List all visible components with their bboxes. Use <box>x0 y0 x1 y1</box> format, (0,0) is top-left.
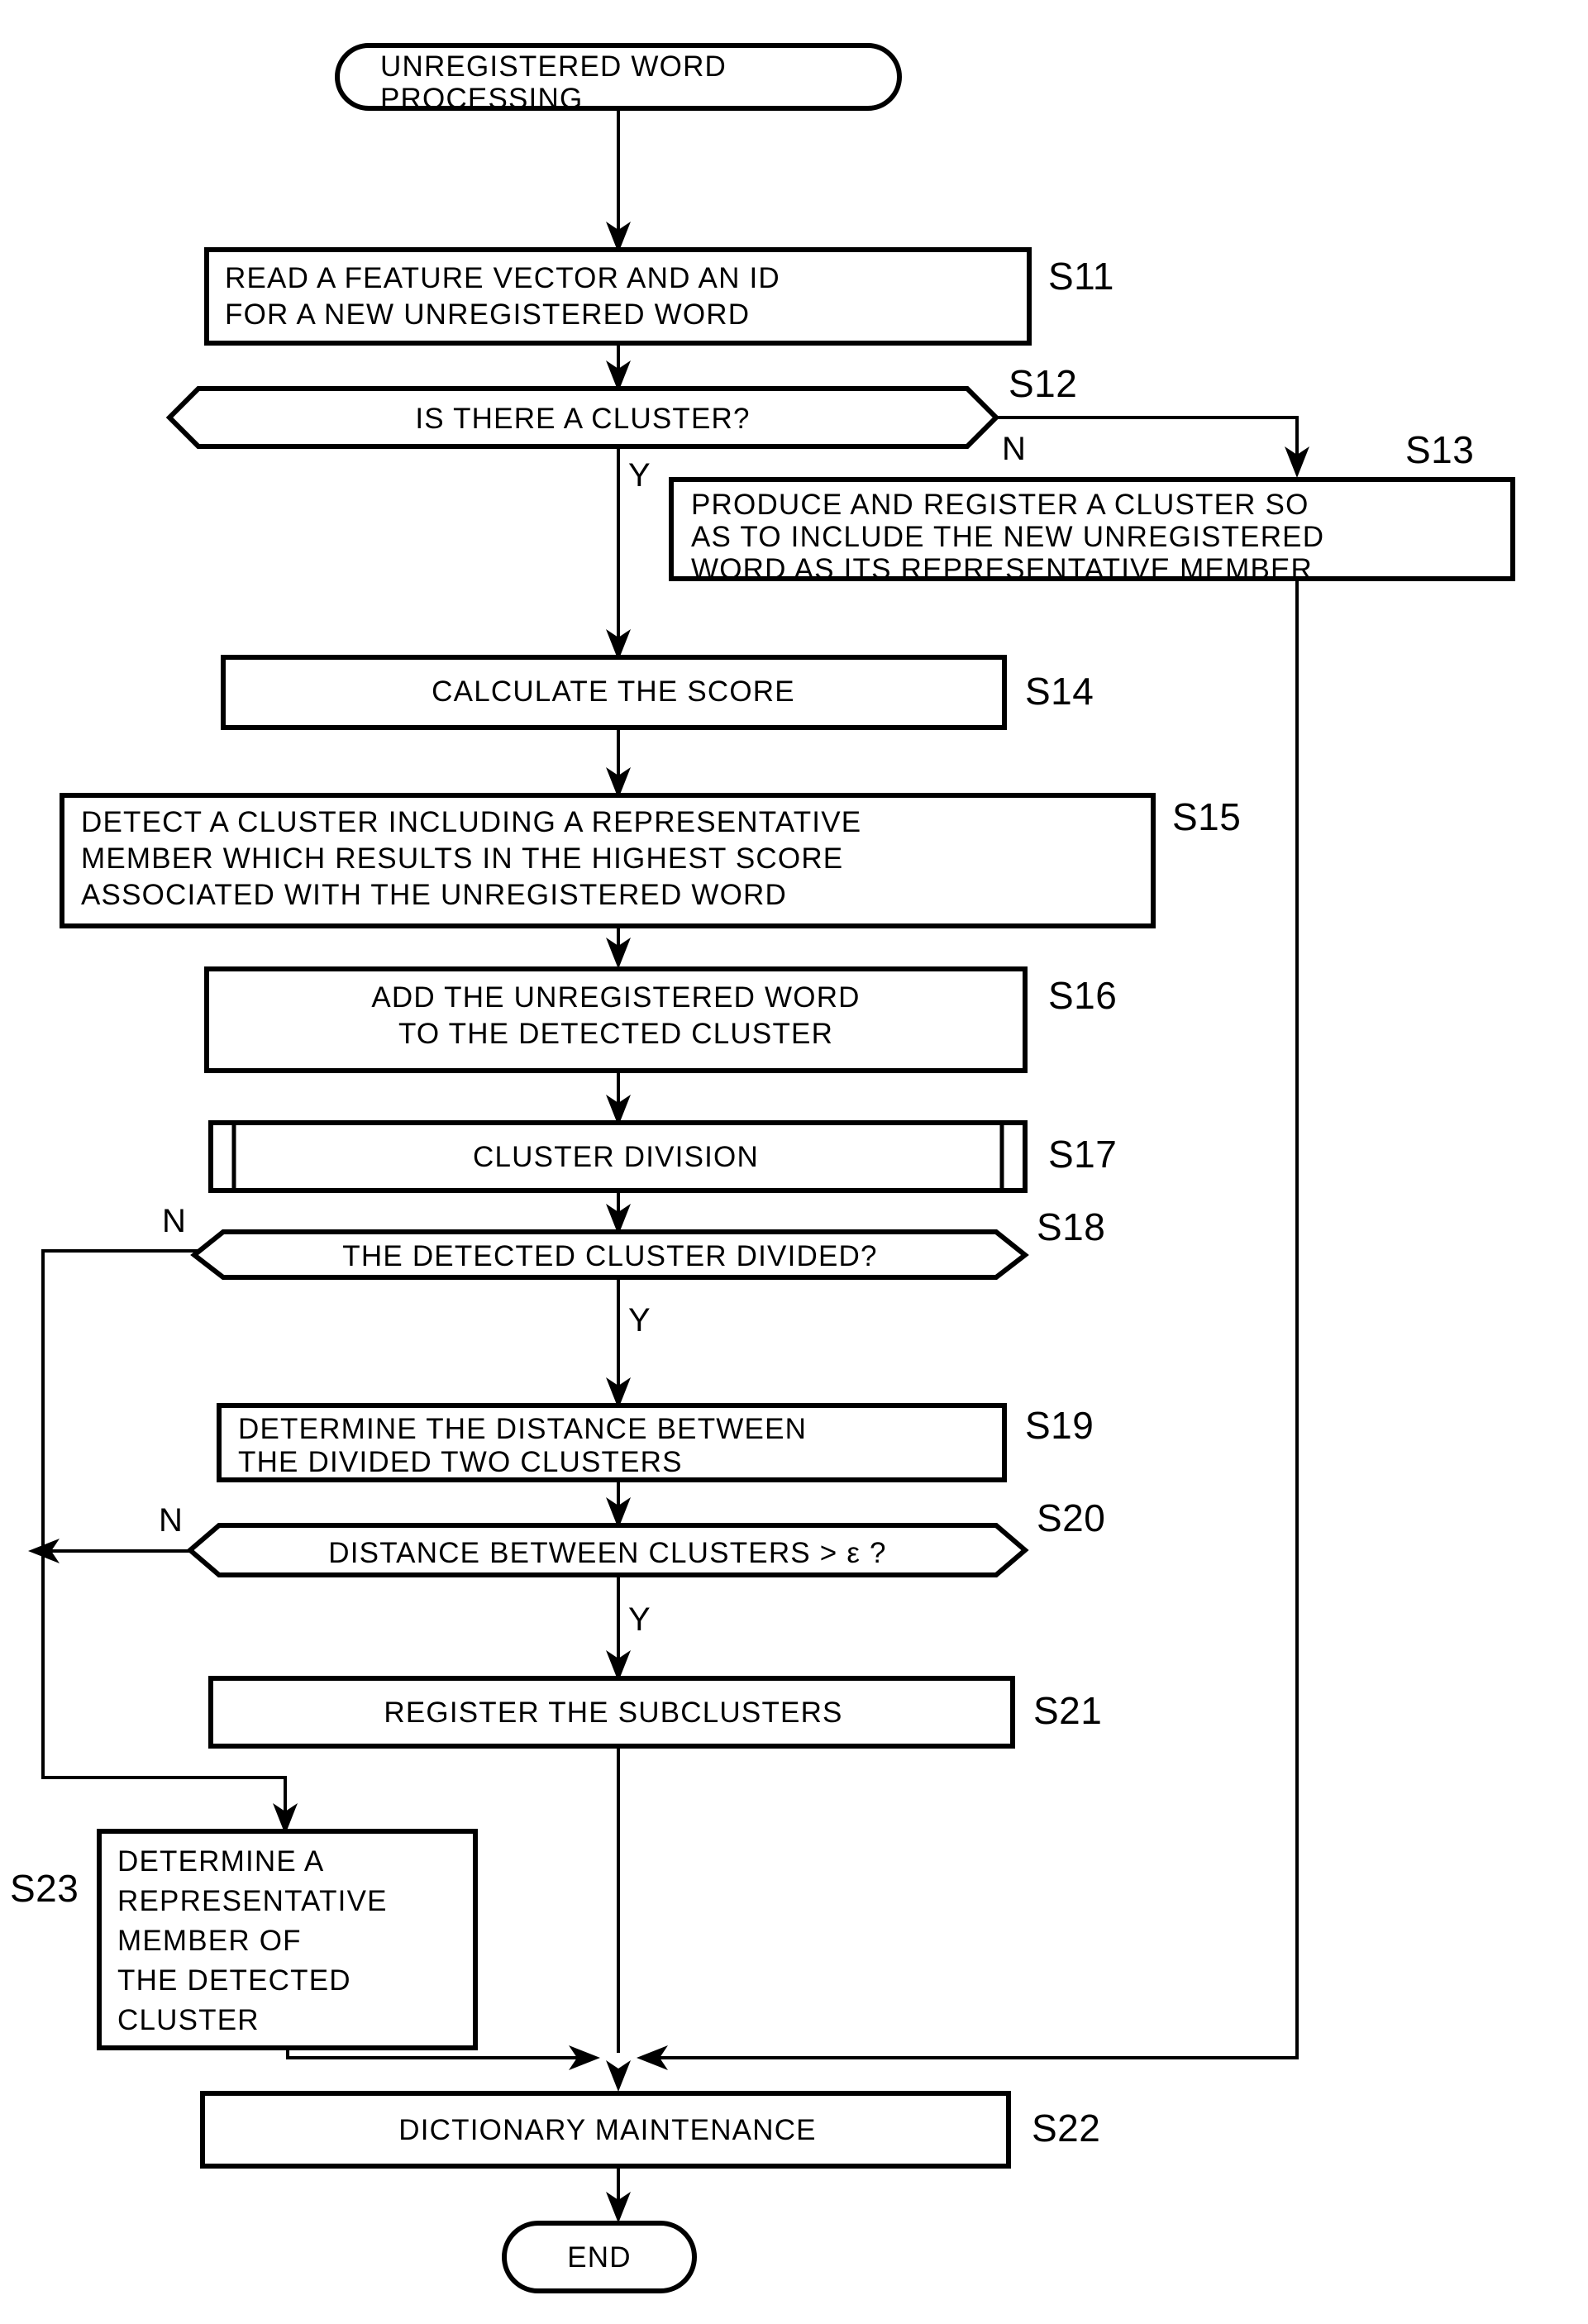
step-label-s12: S12 <box>1009 362 1077 405</box>
connector-s21-to-merge <box>606 1744 631 2092</box>
node-s23-line1: DETERMINE A <box>117 1845 324 1878</box>
flowchart-page: UNREGISTERED WORD PROCESSING READ A FEAT… <box>0 0 1588 2324</box>
node-s19-line1: DETERMINE THE DISTANCE BETWEEN <box>238 1413 807 1445</box>
node-s23: DETERMINE A REPRESENTATIVE MEMBER OF THE… <box>10 1829 478 2050</box>
node-s13: PRODUCE AND REGISTER A CLUSTER SO AS TO … <box>669 428 1515 585</box>
step-label-s23: S23 <box>10 1867 79 1910</box>
connector-s17-to-s18 <box>606 1191 631 1235</box>
branch-label-s20-no: N <box>159 1502 183 1539</box>
flowchart-canvas: UNREGISTERED WORD PROCESSING READ A FEAT… <box>10 43 1515 2293</box>
branch-label-s18-no: N <box>162 1203 186 1239</box>
node-s14: CALCULATE THE SCORE S14 <box>221 655 1094 730</box>
node-s14-text: CALCULATE THE SCORE <box>432 675 795 708</box>
node-s21: REGISTER THE SUBCLUSTERS S21 <box>208 1676 1102 1749</box>
connector-s12-no-to-s13 <box>996 416 1309 478</box>
terminal-start: UNREGISTERED WORD PROCESSING <box>335 43 902 115</box>
node-s23-line5: CLUSTER <box>117 2004 260 2036</box>
connector-s12-yes-to-s14 <box>606 446 631 661</box>
step-label-s21: S21 <box>1033 1689 1102 1732</box>
step-label-s20: S20 <box>1037 1496 1105 1539</box>
terminal-start-line1: UNREGISTERED WORD <box>380 50 727 83</box>
node-s11-line2: FOR A NEW UNREGISTERED WORD <box>225 298 750 331</box>
node-s20: DISTANCE BETWEEN CLUSTERS > ε ? S20 N Y <box>159 1496 1105 1638</box>
node-s17-text: CLUSTER DIVISION <box>473 1141 759 1173</box>
terminal-end-text: END <box>567 2241 632 2274</box>
node-s15-line2: MEMBER WHICH RESULTS IN THE HIGHEST SCOR… <box>81 842 843 875</box>
connector-s15-to-s16 <box>606 926 631 969</box>
node-s22: DICTIONARY MAINTENANCE S22 <box>200 2091 1100 2169</box>
connector-s22-to-end <box>606 2166 631 2223</box>
node-s15-line1: DETECT A CLUSTER INCLUDING A REPRESENTAT… <box>81 806 861 838</box>
node-s23-line2: REPRESENTATIVE <box>117 1885 388 1917</box>
node-s17: CLUSTER DIVISION S17 <box>208 1120 1117 1193</box>
connector-s14-to-s15 <box>606 728 631 799</box>
node-s13-line1: PRODUCE AND REGISTER A CLUSTER SO <box>691 489 1309 521</box>
terminal-start-line2: PROCESSING <box>380 83 583 115</box>
node-s16-line2: TO THE DETECTED CLUSTER <box>398 1018 833 1050</box>
connector-s20-yes-to-s21 <box>606 1575 631 1682</box>
node-s21-text: REGISTER THE SUBCLUSTERS <box>384 1696 842 1729</box>
node-s16: ADD THE UNREGISTERED WORD TO THE DETECTE… <box>204 966 1117 1073</box>
node-s13-line2: AS TO INCLUDE THE NEW UNREGISTERED <box>691 521 1324 553</box>
node-s18: THE DETECTED CLUSTER DIVIDED? S18 N Y <box>162 1203 1105 1339</box>
node-s19-line2: THE DIVIDED TWO CLUSTERS <box>238 1446 683 1478</box>
branch-label-s20-yes: Y <box>628 1601 651 1638</box>
step-label-s17: S17 <box>1048 1133 1117 1176</box>
connector-s18-yes-to-s19 <box>606 1277 631 1409</box>
connector-s16-to-s17 <box>606 1071 631 1126</box>
node-s16-line1: ADD THE UNREGISTERED WORD <box>371 981 860 1014</box>
node-s18-text: THE DETECTED CLUSTER DIVIDED? <box>342 1240 877 1272</box>
node-s22-text: DICTIONARY MAINTENANCE <box>398 2114 816 2146</box>
terminal-end: END <box>502 2221 697 2293</box>
node-s11-line1: READ A FEATURE VECTOR AND AN ID <box>225 262 780 294</box>
connector-s19-to-s20 <box>606 1480 631 1529</box>
step-label-s15: S15 <box>1172 795 1241 838</box>
step-label-s11: S11 <box>1048 255 1114 298</box>
node-s12: IS THERE A CLUSTER? S12 N Y <box>165 362 1077 494</box>
step-label-s16: S16 <box>1048 974 1117 1017</box>
step-label-s14: S14 <box>1025 670 1094 713</box>
node-s11: READ A FEATURE VECTOR AND AN ID FOR A NE… <box>204 247 1114 346</box>
step-label-s18: S18 <box>1037 1205 1105 1248</box>
node-s23-line3: MEMBER OF <box>117 1925 302 1957</box>
node-s15: DETECT A CLUSTER INCLUDING A REPRESENTAT… <box>60 793 1241 928</box>
node-s23-line4: THE DETECTED <box>117 1964 351 1997</box>
node-s12-text: IS THERE A CLUSTER? <box>415 403 750 435</box>
node-s20-text: DISTANCE BETWEEN CLUSTERS > ε ? <box>328 1537 886 1569</box>
step-label-s13: S13 <box>1405 428 1474 471</box>
node-s19: DETERMINE THE DISTANCE BETWEEN THE DIVID… <box>217 1403 1094 1482</box>
node-s13-line3: WORD AS ITS REPRESENTATIVE MEMBER <box>691 553 1313 585</box>
connector-start-to-s11 <box>606 107 631 253</box>
node-s15-line3: ASSOCIATED WITH THE UNREGISTERED WORD <box>81 879 787 911</box>
branch-label-s18-yes: Y <box>628 1302 651 1339</box>
connector-s11-to-s12 <box>606 343 631 392</box>
step-label-s22: S22 <box>1032 2107 1100 2150</box>
branch-label-s12-no: N <box>1002 431 1026 467</box>
branch-label-s12-yes: Y <box>628 457 651 494</box>
step-label-s19: S19 <box>1025 1404 1094 1447</box>
